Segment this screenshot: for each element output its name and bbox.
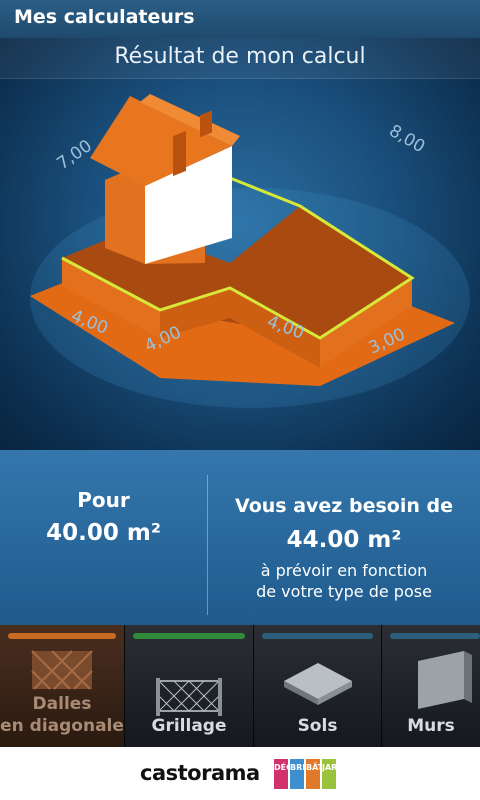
house-plot-illustration: 7,00 8,00 4,00 4,00 4,00 3,00 [30,94,470,408]
app-title-bar: Mes calculateurs [0,0,480,39]
pour-value: 40.00 m² [46,520,161,546]
calculator-tabs: Dalles en diagonale Grillage Sols Murs [0,625,480,747]
tab-grillage[interactable]: Grillage [125,625,254,747]
result-scene: Résultat de mon calcul 7,00 8,00 4,00 4,… [0,38,480,450]
tab-label: Grillage [151,716,227,736]
tab-dalles-diagonale[interactable]: Dalles en diagonale [0,625,125,747]
diagonal-tiles-icon [31,650,93,690]
tab-indicator [262,633,373,639]
brand-tag-jardin: JARDIN [322,759,354,789]
tab-indicator [390,633,480,639]
need-note-line: à prévoir en fonction [260,561,428,580]
brand-tag-deco: DÉCO [274,759,299,789]
tab-sols[interactable]: Sols [254,625,382,747]
brand-tag-brico: BRICO [290,759,318,789]
need-note: à prévoir en fonction de votre type de p… [208,560,480,602]
footer-brand-bar: castorama DÉCO BRICO BÂTI JARDIN [0,747,480,800]
tab-indicator [8,633,116,639]
tab-label: Sols [297,716,338,736]
need-value: 44.00 m² [286,527,402,553]
tab-label: Murs [407,716,455,736]
need-label: Vous avez besoin de [235,495,453,517]
tab-indicator [133,633,245,639]
brand-tag-bati: BÂTI [306,759,326,789]
need-note-line: de votre type de pose [256,582,432,601]
dimension-label: 8,00 [386,121,429,157]
app-title: Mes calculateurs [14,6,195,28]
tab-label: Dalles en diagonale [0,694,124,736]
castorama-logo: castorama [140,761,260,785]
floor-tile-icon [284,663,352,705]
tab-murs[interactable]: Murs [382,625,480,747]
fence-icon [156,678,222,716]
wall-block-icon [418,651,472,709]
house-door [173,130,186,177]
pour-label: Pour [77,488,130,512]
dimension-label: 7,00 [53,136,95,174]
